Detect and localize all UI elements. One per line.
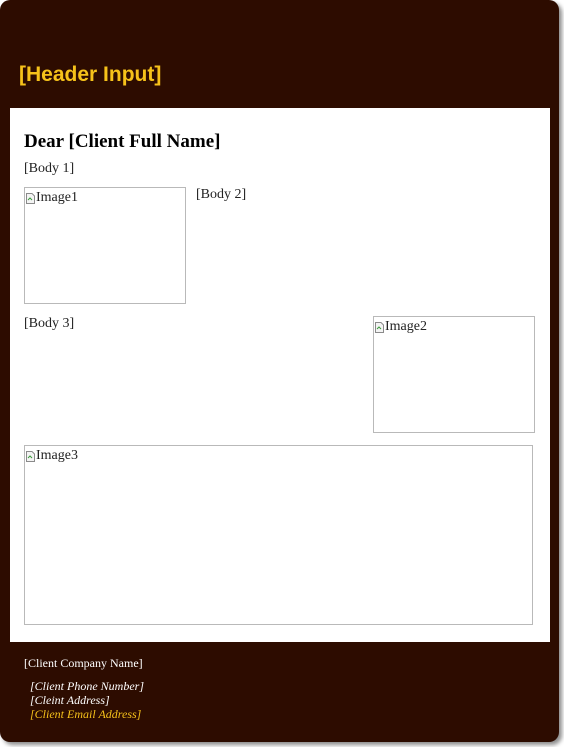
image-1-placeholder: Image1 [24, 187, 186, 304]
letter-content: Dear [Client Full Name] [Body 1] Image1 … [10, 108, 550, 642]
body-1-text: [Body 1] [24, 161, 75, 176]
broken-image-icon [26, 192, 35, 204]
footer-email-link[interactable]: [Client Email Address] [30, 707, 141, 722]
image-2-placeholder: Image2 [373, 316, 535, 433]
footer-address: [Cleint Address] [30, 693, 110, 707]
email-template-frame: [Header Input] Dear [Client Full Name] [… [0, 0, 559, 742]
footer-company-name: [Client Company Name] [24, 656, 143, 670]
greeting-heading: Dear [Client Full Name] [24, 131, 221, 152]
body-3-text: [Body 3] [24, 316, 75, 331]
broken-image-icon [375, 321, 384, 333]
body-2-text: [Body 2] [196, 187, 247, 202]
image-3-placeholder: Image3 [24, 445, 533, 625]
footer-phone: [Client Phone Number] [30, 679, 144, 693]
image-3-alt-text: Image3 [36, 448, 78, 463]
image-2-alt-text: Image2 [385, 319, 427, 334]
broken-image-icon [26, 450, 35, 462]
header-title: [Header Input] [19, 63, 162, 86]
image-1-alt-text: Image1 [36, 190, 78, 205]
